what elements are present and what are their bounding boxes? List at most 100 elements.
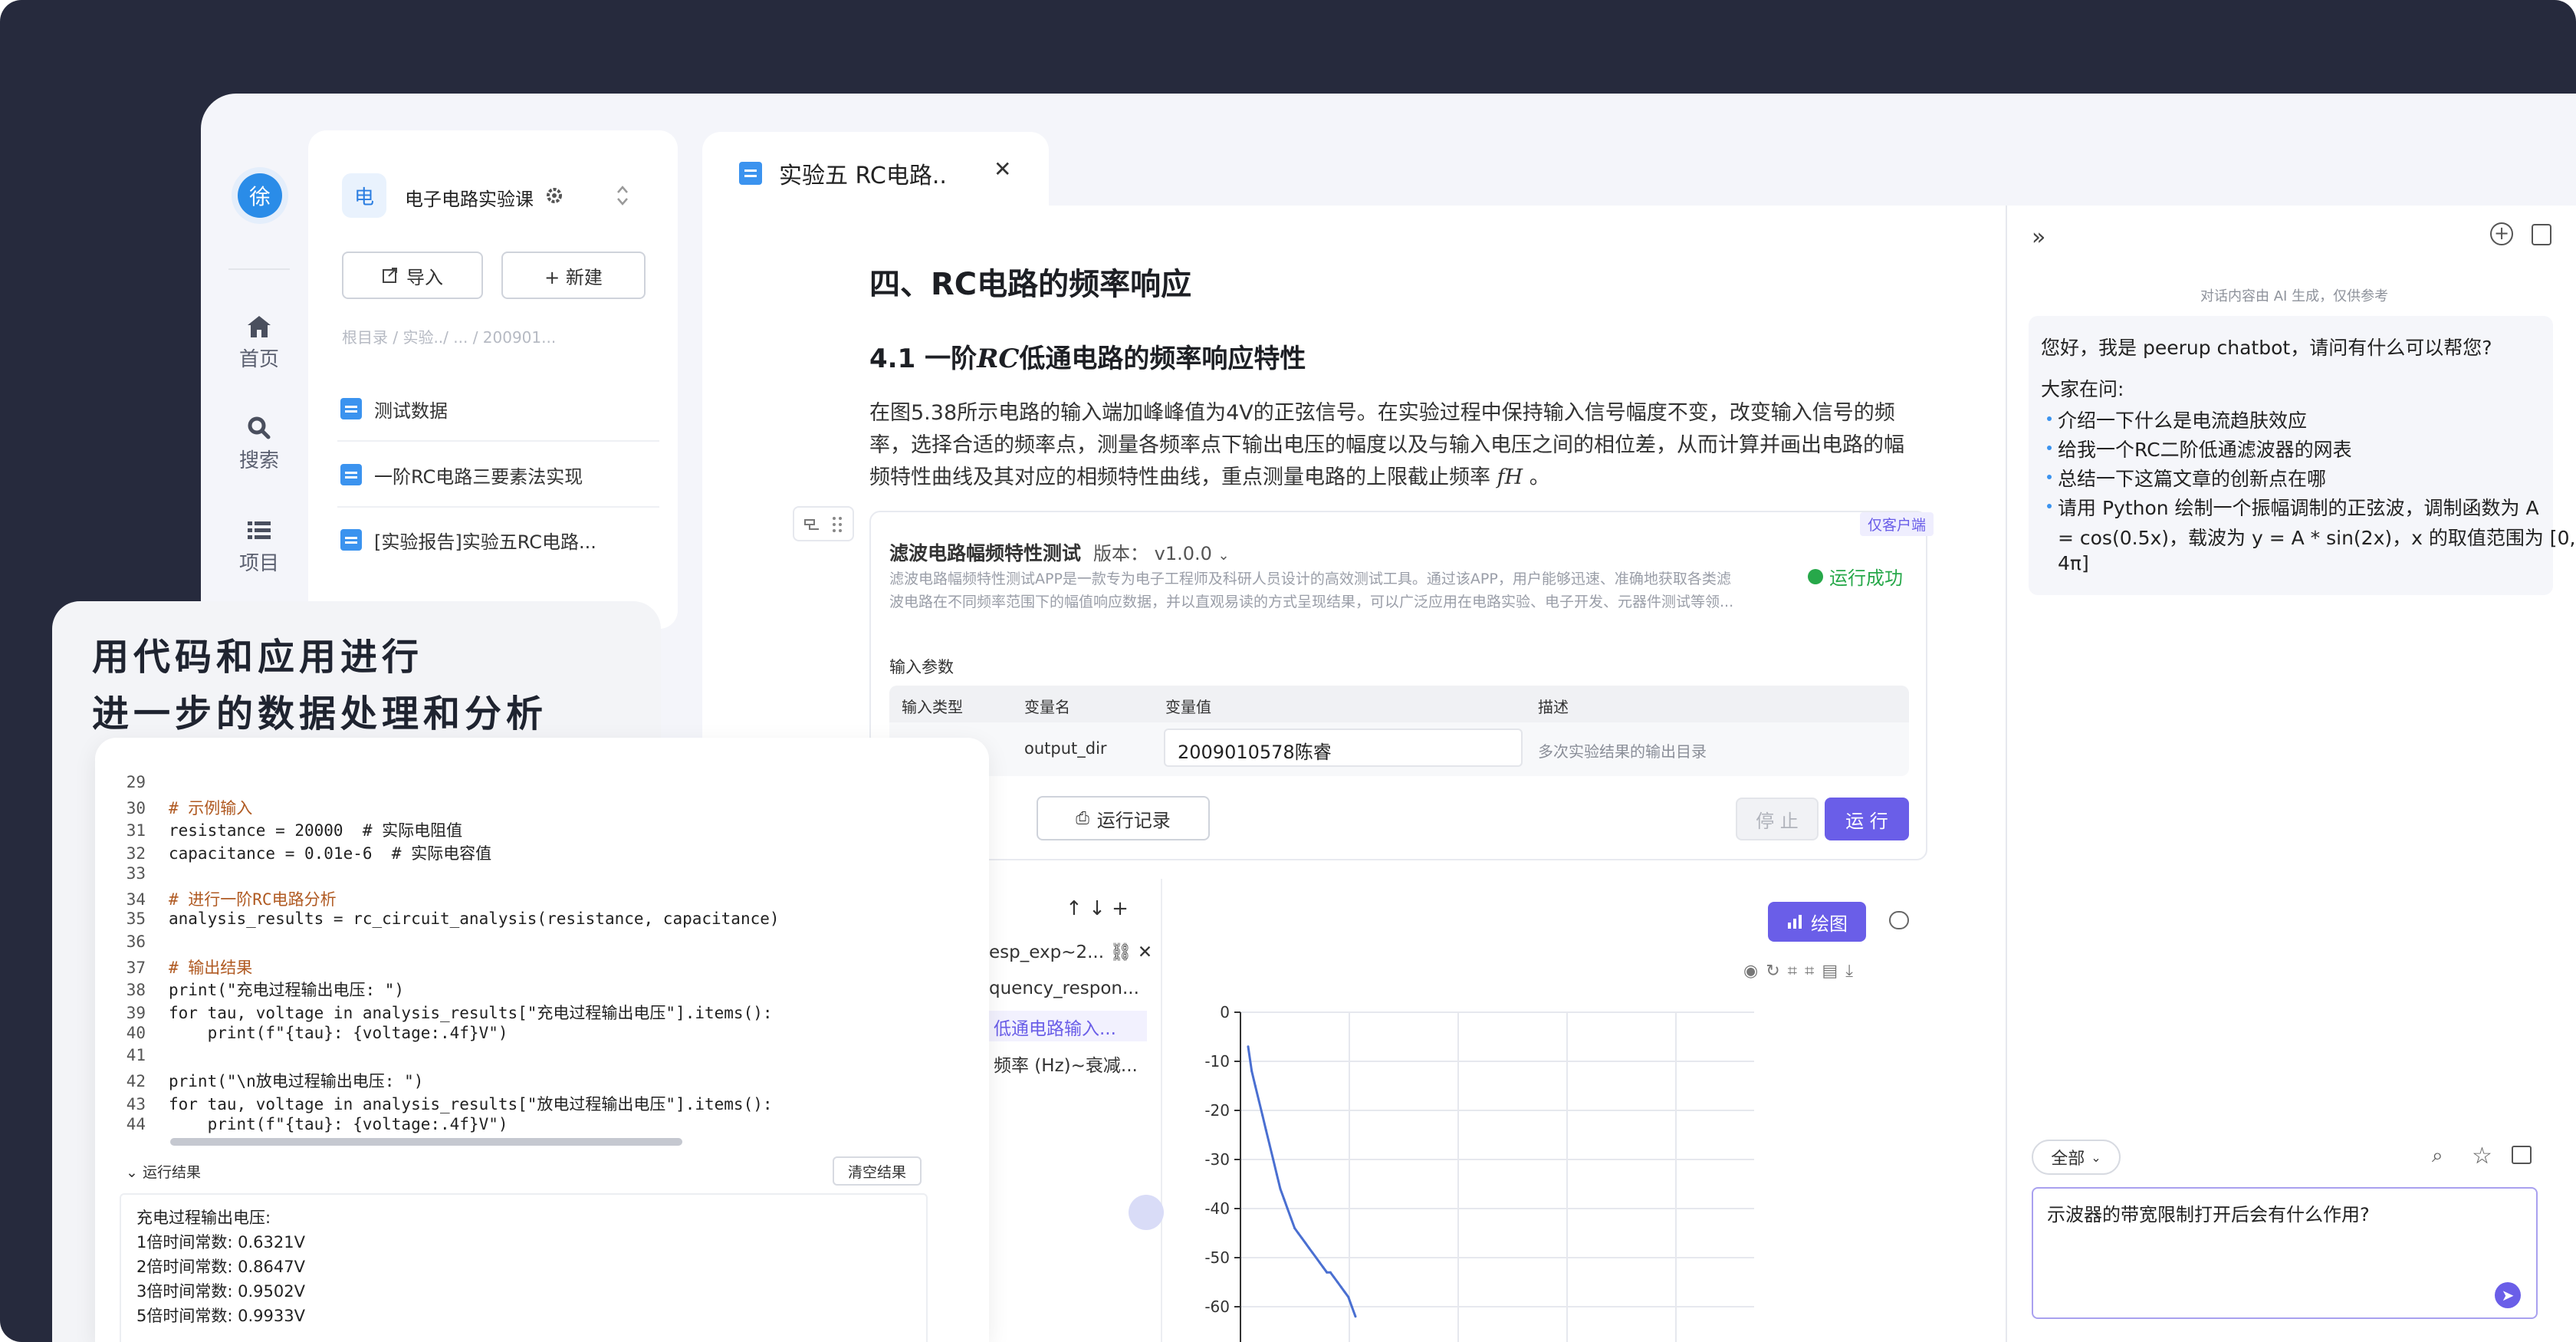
clear-results-button[interactable]: 清空结果 <box>833 1156 922 1186</box>
code-line: 31 resistance = 20000 # 实际电阻值 <box>100 818 462 841</box>
user-avatar[interactable]: 徐 <box>238 173 282 218</box>
refresh-icon[interactable]: ↻ <box>1766 962 1787 981</box>
suggestion-item[interactable]: 总结一下这篇文章的创新点在哪 <box>2047 465 2548 494</box>
version-select[interactable]: 版本： v1.0.0 ⌄ <box>1093 538 1230 565</box>
link-icon[interactable]: ⛓ <box>1109 942 1132 962</box>
file-item[interactable]: 一阶RC电路三要素法实现 <box>337 443 659 508</box>
line-number: 32 <box>126 844 146 863</box>
data-point <box>1264 1129 1267 1132</box>
chat-input[interactable]: 示波器的带宽限制打开后会有什么作用? <box>2032 1187 2538 1319</box>
params-table: 输入类型 变量名 变量值 描述 output_dir 2009010578陈睿 … <box>889 686 1909 776</box>
comment-icon[interactable] <box>1889 911 1909 929</box>
result-file-item[interactable]: esp_exp~2... ⛓ ✕ <box>989 942 1162 962</box>
rail-item-projects[interactable]: 项目 <box>222 518 296 576</box>
line-number: 38 <box>126 981 146 1000</box>
suggestion-item-cont[interactable]: 4π] <box>2058 552 2089 574</box>
rail-item-home[interactable]: 首页 <box>222 314 296 372</box>
arrow-down-icon[interactable]: ↓ <box>1089 897 1106 920</box>
result-line: 2倍时间常数: 0.8647V <box>136 1258 305 1276</box>
star-icon[interactable]: ☆ <box>2472 1143 2492 1169</box>
breadcrumb[interactable]: 根目录 / 实验../ ... / 200901... <box>342 325 556 347</box>
stop-button[interactable]: 停 止 <box>1736 798 1819 840</box>
plus-icon[interactable]: + <box>1112 897 1129 920</box>
desc-cell: 多次实验结果的输出目录 <box>1538 742 1707 761</box>
line-number: 30 <box>126 798 146 817</box>
scope-select[interactable]: 全部 ⌄ <box>2032 1140 2121 1175</box>
data-point <box>1300 1236 1303 1239</box>
run-button[interactable]: 运 行 <box>1825 798 1909 840</box>
chevron-down-icon: ⌄ <box>126 1164 138 1181</box>
code-line: 39 for tau, voltage in analysis_results["… <box>100 1001 773 1024</box>
file-item[interactable]: 测试数据 <box>337 377 659 442</box>
run-history-button[interactable]: ⎙ 运行记录 <box>1037 796 1210 840</box>
resize-handle[interactable] <box>1129 1195 1164 1230</box>
code-text: # 示例输入 <box>169 798 253 817</box>
result-line: 充电过程输出电压: <box>136 1209 271 1227</box>
crop-icon[interactable]: ⌗ <box>1788 962 1805 981</box>
close-icon[interactable]: ✕ <box>1138 942 1152 962</box>
history-chat-icon[interactable] <box>2532 224 2551 245</box>
code-text: capacitance = 0.01e-6 # 实际电容值 <box>169 844 492 863</box>
send-icon[interactable]: ➤ <box>2495 1282 2521 1308</box>
import-button[interactable]: 导入 <box>342 252 483 299</box>
run-history-label: 运行记录 <box>1096 809 1171 831</box>
crop-alt-icon[interactable]: ⌗ <box>1805 962 1822 981</box>
app-description-line: 波电路在不同频率范围下的幅值响应数据，并以直观易读的方式呈现结果，可以广泛应用在… <box>889 594 1734 610</box>
code-line: 43 for tau, voltage in analysis_results["… <box>100 1092 773 1115</box>
run-status: 运行成功 <box>1808 563 1903 590</box>
code-text: print("\n放电过程输出电压: ") <box>169 1072 424 1091</box>
new-button[interactable]: + 新建 <box>501 252 646 299</box>
note-icon[interactable] <box>2512 1146 2532 1164</box>
document-icon <box>340 529 362 551</box>
data-point <box>1290 1217 1293 1220</box>
code-text: analysis_results = rc_circuit_analysis(r… <box>169 909 780 929</box>
rail-item-search[interactable]: 搜索 <box>222 416 296 473</box>
series-line <box>1247 1046 1357 1317</box>
data-point <box>1250 1070 1254 1073</box>
close-icon[interactable]: ✕ <box>994 156 1011 182</box>
attachment-icon[interactable]: ⌕ <box>2432 1144 2443 1168</box>
code-text: for tau, voltage in analysis_results["充电… <box>169 1004 773 1022</box>
line-number: 35 <box>126 909 146 929</box>
data-point <box>1272 1158 1275 1161</box>
file-icon[interactable]: ▤ <box>1822 962 1845 981</box>
data-point <box>1336 1281 1339 1284</box>
result-file-item[interactable]: 频率 (Hz)~衰减... <box>994 1051 1138 1077</box>
horizontal-scrollbar[interactable] <box>170 1138 682 1146</box>
course-title[interactable]: 电子电路实验课 <box>405 184 534 211</box>
file-item[interactable]: [实验报告]实验五RC电路... <box>337 508 659 572</box>
code-line: 41 <box>100 1046 169 1069</box>
result-file-label: esp_exp~2... <box>989 942 1105 962</box>
screenshot-stage: 徐 首页 搜索 项目 电 电子电路实验课 导入 + 新建 根目录 / 实验../… <box>0 0 2576 1342</box>
run-results-toggle[interactable]: ⌄ 运行结果 <box>126 1161 201 1182</box>
data-point <box>1347 1295 1350 1298</box>
block-handle[interactable] <box>793 506 854 541</box>
suggestion-item[interactable]: 介绍一下什么是电流趋肤效应 <box>2047 406 2548 436</box>
result-file-item[interactable]: quency_respon... <box>989 979 1139 998</box>
rail-divider <box>228 268 290 270</box>
new-chat-icon[interactable]: + <box>2490 222 2513 245</box>
plot-button[interactable]: 绘图 <box>1768 902 1866 942</box>
suggestion-item[interactable]: 给我一个RC二阶低通滤波器的网表 <box>2047 436 2548 465</box>
chat-asked-label: 大家在问: <box>2041 378 2124 400</box>
paragraph-line: 率，选择合适的频率点，测量各频率点下输出电压的幅度以及与输入电压之间的相位差，从… <box>869 433 1904 457</box>
suggestion-item-cont[interactable]: = cos(0.5x)，载波为 y = A * sin(2x)，x 的取值范围为… <box>2058 523 2575 551</box>
arrow-up-icon[interactable]: ↑ <box>1066 897 1083 920</box>
run-status-label: 运行成功 <box>1829 567 1903 589</box>
data-point <box>1247 1045 1250 1048</box>
eye-icon[interactable]: ◉ <box>1743 962 1766 981</box>
line-number: 42 <box>126 1072 146 1091</box>
import-label: 导入 <box>406 266 443 288</box>
gear-icon[interactable] <box>544 186 564 206</box>
result-file-item-selected[interactable]: 低通电路输入... <box>989 1011 1147 1041</box>
collapse-panel-icon[interactable]: » <box>2032 224 2045 251</box>
download-icon[interactable]: ⤓ <box>1845 962 1861 981</box>
data-point <box>1339 1285 1342 1288</box>
paragraph-line: 在图5.38所示电路的输入端加峰峰值为4V的正弦信号。在实验过程中保持输入信号幅… <box>869 401 1895 425</box>
rail-label-search: 搜索 <box>238 449 279 472</box>
suggestion-item[interactable]: 请用 Python 绘制一个振幅调制的正弦波，调制函数为 A <box>2047 494 2548 523</box>
var-value-input[interactable]: 2009010578陈睿 <box>1164 729 1523 767</box>
chevron-updown-icon[interactable] <box>615 183 630 209</box>
paragraph-line-last: 频特性曲线及其对应的相频特性曲线，重点测量电路的上限截止频率 fH 。 <box>869 462 1927 494</box>
paragraph-line: 频特性曲线及其对应的相频特性曲线，重点测量电路的上限截止频率 <box>869 465 1490 489</box>
